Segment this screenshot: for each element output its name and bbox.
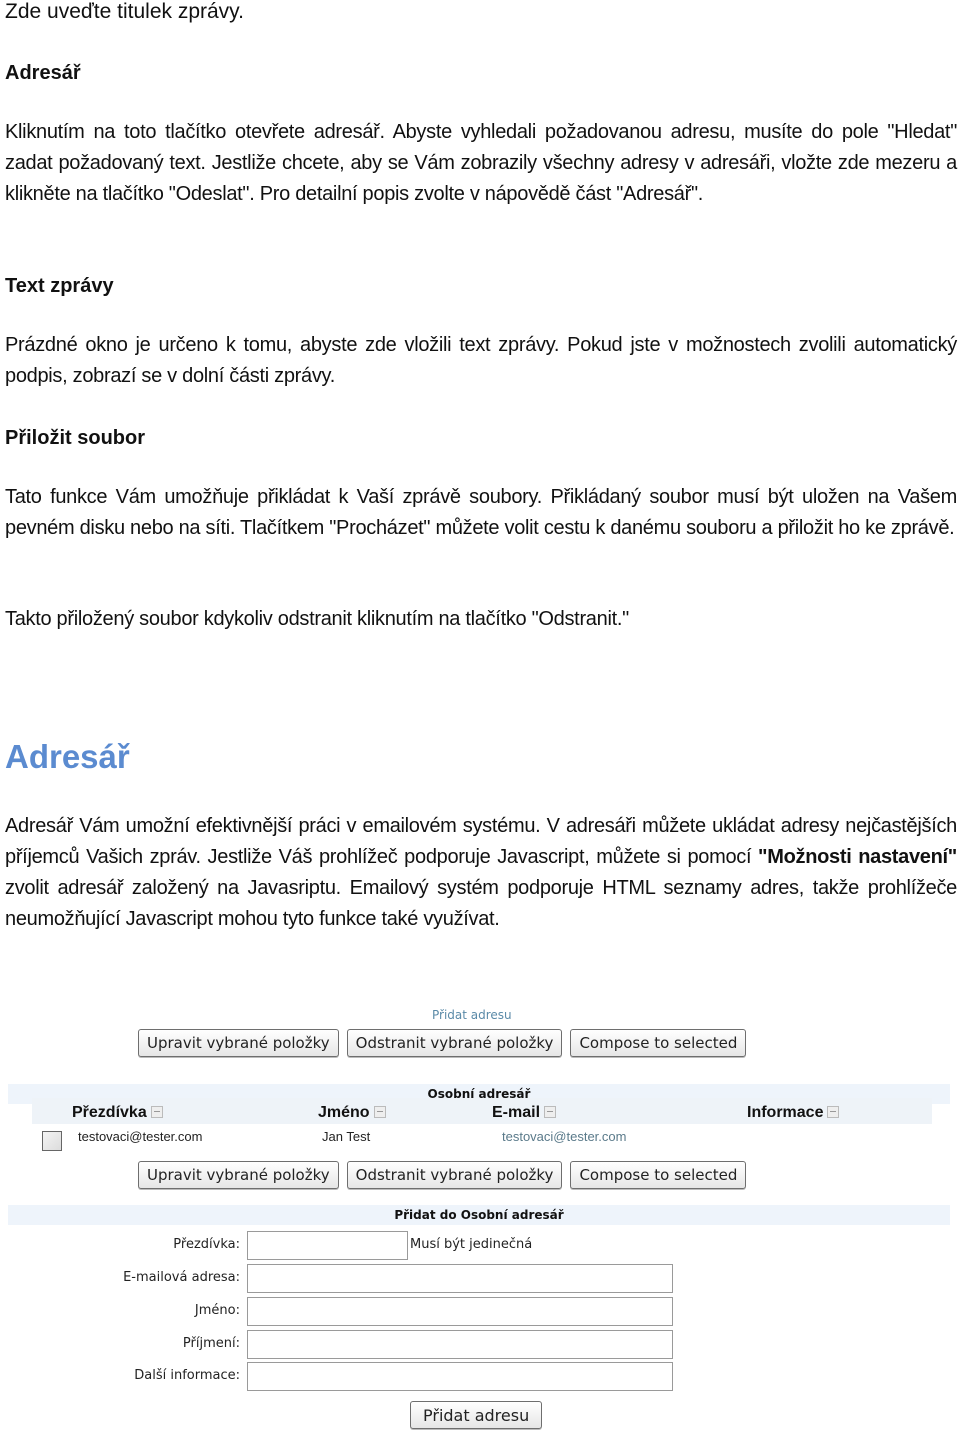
delete-selected-button[interactable]: Odstranit vybrané položky xyxy=(346,1161,563,1189)
add-address-link[interactable]: Přidat adresu xyxy=(432,1008,512,1022)
column-label: E-mail xyxy=(492,1104,541,1121)
address-book-title: Adresář xyxy=(5,738,130,775)
column-email[interactable]: E-mail xyxy=(492,1104,557,1122)
first-name-input[interactable] xyxy=(247,1297,673,1326)
compose-to-selected-button[interactable]: Compose to selected xyxy=(570,1161,747,1189)
nickname-hint: Musí být jedinečná xyxy=(410,1237,533,1252)
email-label: E-mailová adresa: xyxy=(123,1270,240,1285)
edit-selected-button[interactable]: Upravit vybrané položky xyxy=(138,1029,339,1057)
message-title-instruction: Zde uveďte titulek zprávy. xyxy=(5,0,244,23)
add-form-header: Přidat do Osobní adresář xyxy=(8,1205,950,1225)
address-book-description: Adresář Vám umožní efektivnější práci v … xyxy=(5,811,957,935)
message-text-paragraph: Prázdné okno je určeno k tomu, abyste zd… xyxy=(5,334,957,387)
last-name-input[interactable] xyxy=(247,1330,673,1359)
section-heading-address-book: Adresář xyxy=(5,62,81,84)
add-address-button[interactable]: Přidat adresu xyxy=(410,1401,543,1429)
column-label: Přezdívka xyxy=(72,1104,147,1121)
top-action-buttons: Upravit vybrané položky Odstranit vybran… xyxy=(138,1029,747,1057)
column-label: Informace xyxy=(747,1104,824,1121)
first-name-label: Jméno: xyxy=(194,1303,240,1318)
column-name[interactable]: Jméno xyxy=(318,1104,386,1122)
column-info[interactable]: Informace xyxy=(747,1104,840,1122)
additional-info-input[interactable] xyxy=(247,1362,673,1391)
column-nickname[interactable]: Přezdívka xyxy=(72,1104,163,1122)
nickname-input[interactable] xyxy=(247,1231,408,1260)
row-email[interactable]: testovaci@tester.com xyxy=(502,1129,626,1144)
section-heading-attach-file: Přiložit soubor xyxy=(5,427,145,449)
column-label: Jméno xyxy=(318,1104,370,1121)
nickname-label: Přezdívka: xyxy=(173,1237,240,1252)
sort-icon[interactable] xyxy=(373,1105,386,1118)
address-book-paragraph: Kliknutím na toto tlačítko otevřete adre… xyxy=(5,121,957,205)
additional-info-label: Další informace: xyxy=(134,1368,240,1383)
sort-icon[interactable] xyxy=(827,1105,840,1118)
bottom-action-buttons: Upravit vybrané položky Odstranit vybran… xyxy=(138,1161,747,1189)
settings-reference: "Možnosti nastavení" xyxy=(758,846,957,868)
row-name: Jan Test xyxy=(322,1129,371,1144)
section-heading-message-text: Text zprávy xyxy=(5,275,114,297)
attach-remove-paragraph: Takto přiložený soubor kdykoliv odstrani… xyxy=(5,608,629,630)
email-input[interactable] xyxy=(247,1264,673,1293)
row-select-checkbox[interactable] xyxy=(42,1131,62,1151)
sort-icon[interactable] xyxy=(150,1105,163,1118)
compose-to-selected-button[interactable]: Compose to selected xyxy=(570,1029,747,1057)
description-text-continued: zvolit adresář založený na Javasriptu. E… xyxy=(5,877,957,930)
row-nickname: testovaci@tester.com xyxy=(78,1129,203,1144)
attach-file-paragraph: Tato funkce Vám umožňuje přikládat k Vaš… xyxy=(5,486,957,539)
edit-selected-button[interactable]: Upravit vybrané položky xyxy=(138,1161,339,1189)
delete-selected-button[interactable]: Odstranit vybrané položky xyxy=(346,1029,563,1057)
sort-icon[interactable] xyxy=(544,1105,557,1118)
last-name-label: Příjmení: xyxy=(182,1336,240,1351)
